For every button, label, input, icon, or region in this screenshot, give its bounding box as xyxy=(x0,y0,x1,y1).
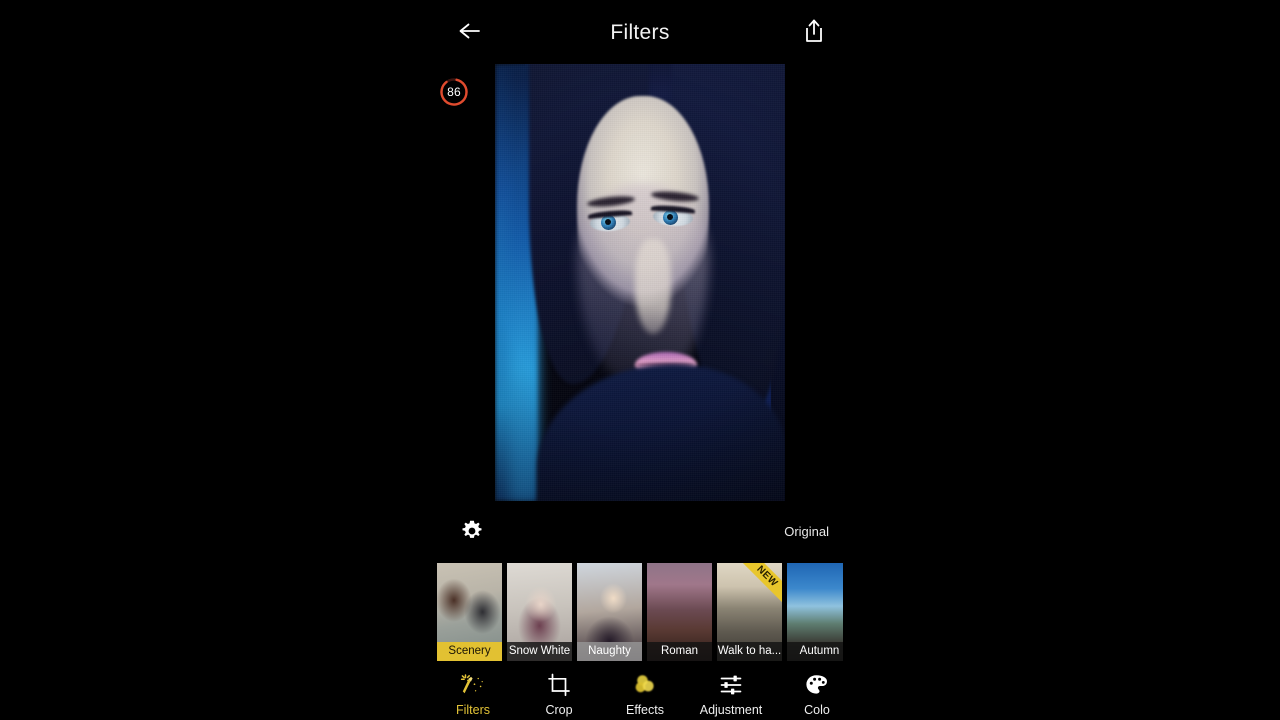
settings-button[interactable] xyxy=(457,518,487,548)
filter-thumb-walk-to-ha[interactable]: NEW Walk to ha... xyxy=(717,563,782,661)
filter-thumb-label: Naughty xyxy=(577,642,642,661)
page-title: Filters xyxy=(610,21,670,44)
original-toggle[interactable]: Original xyxy=(784,524,829,539)
bottom-nav: Filters Crop Effects Adjustment Colo xyxy=(430,668,860,720)
nav-item-adjustment[interactable]: Adjustment xyxy=(688,668,774,717)
nav-label: Colo xyxy=(804,703,830,717)
bokeh-icon xyxy=(632,672,658,698)
controls-row: Original xyxy=(437,518,843,550)
nav-item-color[interactable]: Colo xyxy=(774,668,860,717)
gear-icon xyxy=(461,520,483,547)
back-button[interactable] xyxy=(455,18,485,48)
nav-item-effects[interactable]: Effects xyxy=(602,668,688,717)
photo-preview[interactable] xyxy=(495,64,785,501)
top-bar: Filters xyxy=(0,0,1280,66)
filter-thumb-autumn[interactable]: Autumn xyxy=(787,563,843,661)
filter-thumb-label: Roman xyxy=(647,642,712,661)
filter-thumb-snow-white[interactable]: Snow White xyxy=(507,563,572,661)
crop-icon xyxy=(546,672,572,698)
sliders-icon xyxy=(718,672,744,698)
nav-item-filters[interactable]: Filters xyxy=(430,668,516,717)
nav-item-crop[interactable]: Crop xyxy=(516,668,602,717)
filter-thumb-label: Walk to ha... xyxy=(717,642,782,661)
magic-wand-icon xyxy=(460,672,486,698)
share-button[interactable] xyxy=(799,17,829,49)
filter-count-value: 86 xyxy=(447,85,461,99)
filter-thumb-scenery[interactable]: Scenery xyxy=(437,563,502,661)
filter-thumb-roman[interactable]: Roman xyxy=(647,563,712,661)
filter-thumb-naughty[interactable]: Naughty xyxy=(577,563,642,661)
filter-thumb-label: Scenery xyxy=(437,642,502,661)
share-icon xyxy=(803,18,825,49)
filter-count-badge[interactable]: 86 xyxy=(438,76,470,108)
nav-label: Filters xyxy=(455,703,491,717)
app-screen: Filters 86 Original Scenery Snow White N… xyxy=(0,0,1280,720)
nav-label: Crop xyxy=(545,703,573,717)
nav-label: Effects xyxy=(626,703,664,717)
filter-thumb-label: Autumn xyxy=(787,642,843,661)
nav-label: Adjustment xyxy=(699,703,763,717)
arrow-left-icon xyxy=(458,21,482,46)
preview-image xyxy=(495,64,785,501)
palette-icon xyxy=(804,672,830,698)
filter-thumb-label: Snow White xyxy=(507,642,572,661)
filter-strip[interactable]: Scenery Snow White Naughty Roman NEW Wal… xyxy=(437,563,843,661)
